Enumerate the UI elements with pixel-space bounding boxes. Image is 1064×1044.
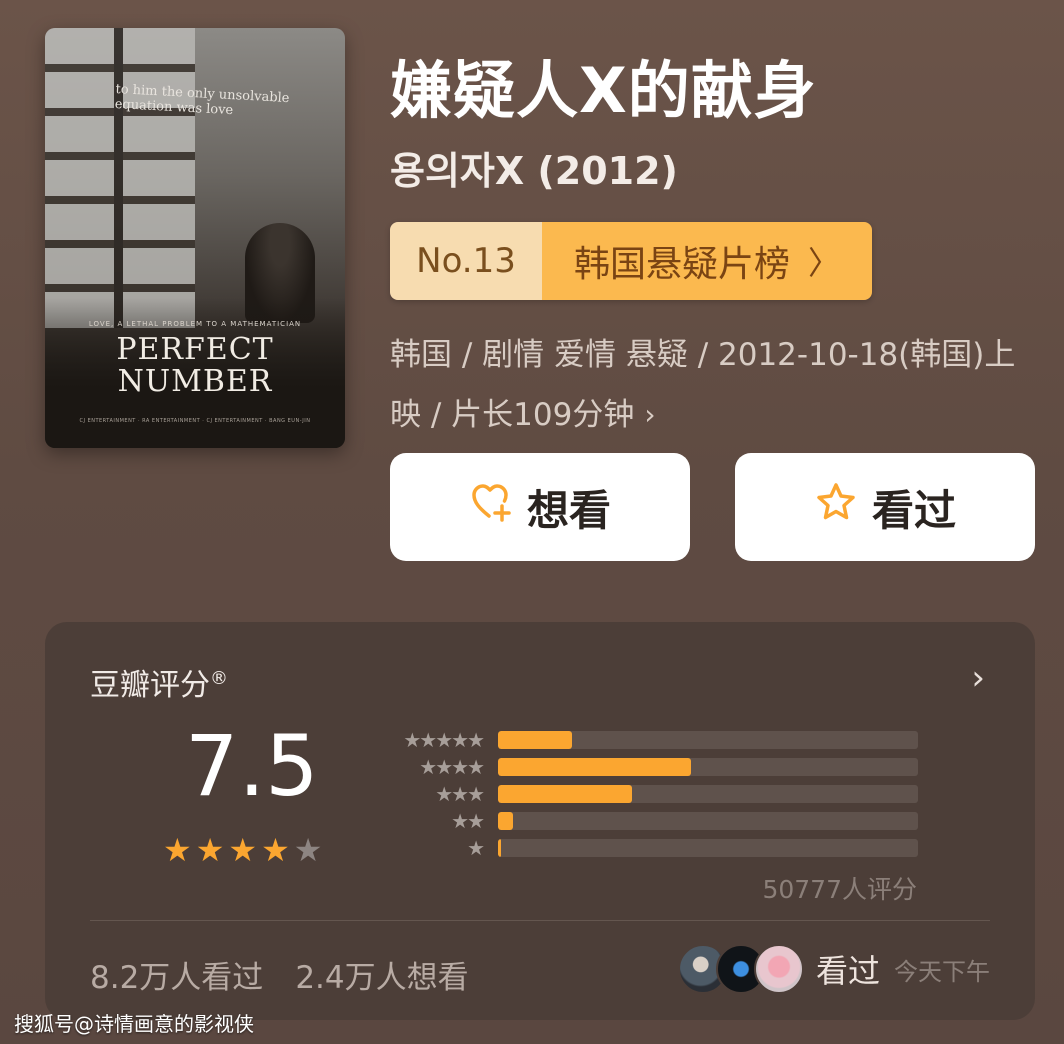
movie-original-title: 용의자X (2012) <box>390 149 678 193</box>
avatar <box>753 944 804 994</box>
rating-count: 50777人评分 <box>762 875 917 904</box>
want-to-watch-button[interactable]: 想看 <box>390 453 690 561</box>
watched-count: 8.2万人看过 <box>90 960 264 996</box>
registered-mark: ® <box>210 668 228 689</box>
star-filled-icon: ★ <box>261 831 290 869</box>
rating-stars: ★ ★ ★ ★ ★ <box>163 834 322 866</box>
distribution-track <box>498 784 918 803</box>
chevron-right-icon: › <box>644 398 656 431</box>
distribution-bar <box>498 730 572 749</box>
poster-credits: CJ ENTERTAINMENT · RA ENTERTAINMENT · CJ… <box>79 418 311 424</box>
distribution-track <box>498 730 918 749</box>
rank-list-label: 韩国悬疑片榜 <box>573 244 790 285</box>
rating-header: 豆瓣评分® <box>90 660 228 704</box>
want-to-watch-label: 想看 <box>526 485 611 535</box>
distribution-stars-icon: ★★★★★ <box>403 727 485 752</box>
poster-title-line2: NUMBER <box>117 364 273 399</box>
distribution-track <box>498 757 918 776</box>
watched-label: 看过 <box>871 485 956 535</box>
rating-header-label: 豆瓣评分 <box>90 668 210 703</box>
meta-line1: 韩国 / 剧情 爱情 悬疑 / 2012-10-18(韩国)上 <box>390 337 1016 373</box>
ranking-badge[interactable]: No.13 韩国悬疑片榜 〉 <box>390 222 872 300</box>
rank-list: 韩国悬疑片榜 〉 <box>542 222 872 300</box>
distribution-stars-icon: ★★ <box>451 808 485 833</box>
distribution-stars-icon: ★★★ <box>435 781 485 806</box>
chevron-right-icon[interactable]: › <box>971 658 985 698</box>
friends-time: 今天下午 <box>894 957 990 986</box>
poster-window-graphic <box>45 28 195 328</box>
distribution-bar <box>498 811 513 830</box>
star-filled-icon: ★ <box>195 831 225 869</box>
wishlist-count: 2.4万人想看 <box>295 960 469 996</box>
star-filled-icon: ★ <box>163 831 192 869</box>
friends-watched-label: 看过 <box>815 952 880 990</box>
friend-avatars <box>677 944 804 994</box>
friends-activity[interactable]: 看过 今天下午 <box>677 944 990 994</box>
poster-subline: LOVE, A LETHAL PROBLEM TO A MATHEMATICIA… <box>88 320 302 328</box>
distribution-stars-icon: ★★★★ <box>419 754 485 779</box>
distribution-stars-icon: ★ <box>467 835 485 860</box>
rank-number: No.13 <box>390 222 542 300</box>
distribution-bar <box>498 784 633 803</box>
star-outline-icon <box>814 480 858 534</box>
star-filled-icon: ★ <box>228 831 258 869</box>
distribution-row: ★ <box>375 834 918 861</box>
distribution-track <box>498 811 918 830</box>
meta-line2: 映 / 片长109分钟 <box>390 397 635 433</box>
heart-plus-icon <box>469 480 513 534</box>
movie-title: 嫌疑人X的献身 <box>390 54 817 127</box>
distribution-bar <box>498 838 501 857</box>
audience-stats: 8.2万人看过 2.4万人想看 <box>90 952 469 997</box>
distribution-track <box>498 838 918 857</box>
chevron-right-icon: 〉 <box>808 244 841 282</box>
poster-title: PERFECT NUMBER <box>45 334 345 398</box>
distribution-row: ★★★★★ <box>375 726 918 753</box>
rating-score: 7.5 <box>185 717 319 815</box>
distribution-row: ★★★ <box>375 780 918 807</box>
poster-title-line1: PERFECT <box>116 332 274 367</box>
watched-button[interactable]: 看过 <box>735 453 1035 561</box>
star-empty-icon: ★ <box>293 831 323 869</box>
movie-poster[interactable]: to him the only unsolvable equation was … <box>45 28 345 448</box>
rating-distribution: ★★★★★ ★★★★ ★★★ ★★ ★ <box>375 726 918 861</box>
distribution-row: ★★★★ <box>375 753 918 780</box>
watermark: 搜狐号@诗情画意的影视侠 <box>14 1012 254 1036</box>
movie-meta[interactable]: 韩国 / 剧情 爱情 悬疑 / 2012-10-18(韩国)上 映 / 片长10… <box>390 325 1040 445</box>
divider <box>90 920 990 921</box>
rating-card[interactable]: 豆瓣评分® › 7.5 ★ ★ ★ ★ ★ ★★★★★ ★★★★ ★★★ ★★ ★ 50777人… <box>45 622 1035 1020</box>
distribution-row: ★★ <box>375 807 918 834</box>
distribution-bar <box>498 757 692 776</box>
